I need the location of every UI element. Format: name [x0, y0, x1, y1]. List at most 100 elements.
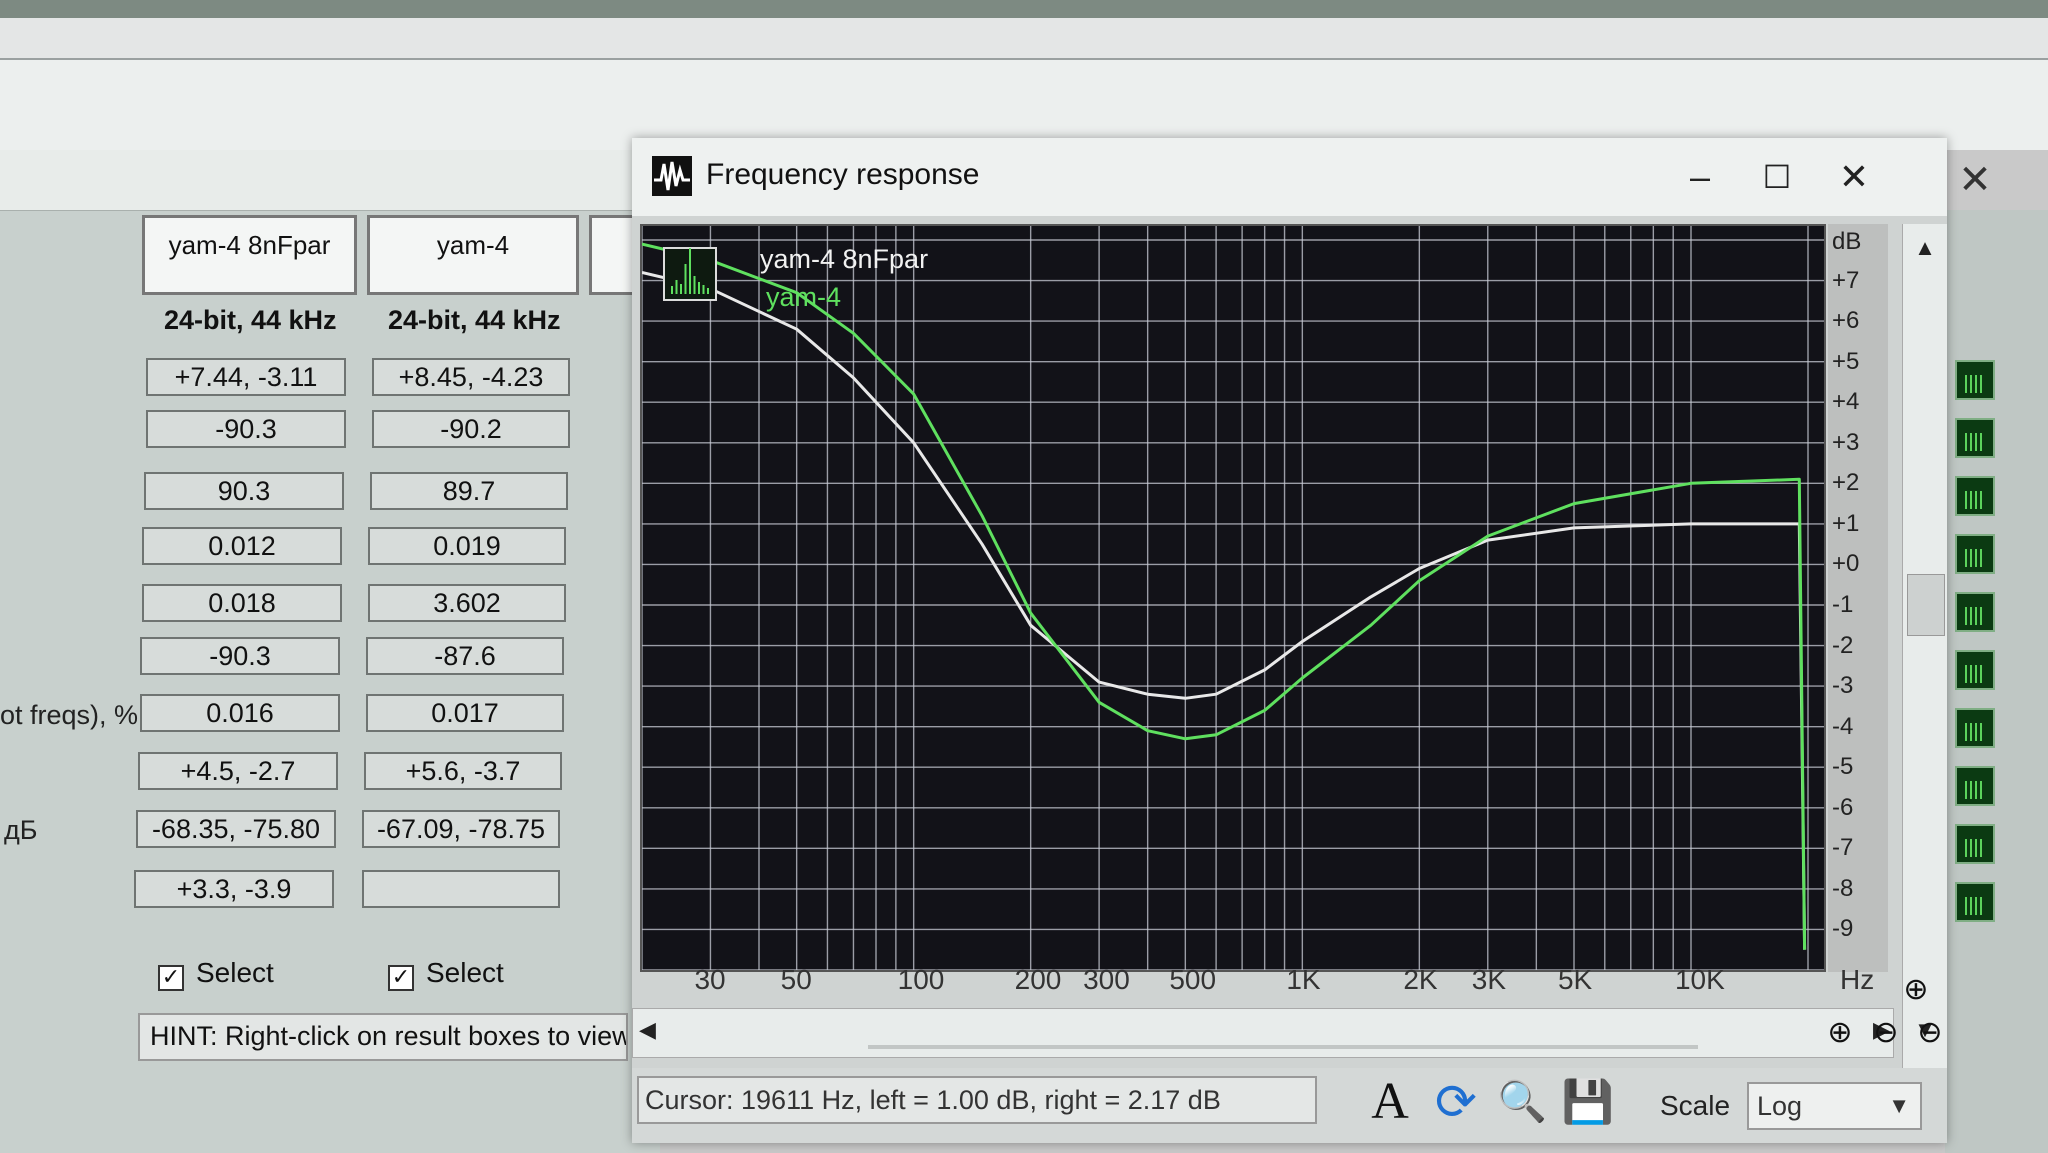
scroll-thumb[interactable] — [1907, 574, 1945, 636]
db-tick-label: +6 — [1832, 307, 1860, 335]
result-cell[interactable]: 89.7 — [370, 472, 568, 510]
x-tick-label: 200 — [1014, 964, 1062, 995]
zoom-in-icon[interactable]: ⊕ — [1894, 968, 1938, 1012]
result-cell[interactable]: -67.09, -78.75 — [362, 810, 560, 848]
column-header-yam-4[interactable]: yam-4 — [367, 215, 579, 295]
column-format-1: 24-bit, 44 kHz — [164, 305, 337, 335]
frequency-response-window: Frequency response – ☐ ✕ yam-4 8nFpar yam… — [632, 138, 1947, 1143]
spectrum-thumb-icon[interactable] — [1955, 882, 1995, 922]
magnifier-icon[interactable]: 🔍 — [1494, 1074, 1550, 1130]
frequency-plot[interactable]: yam-4 8nFpar yam-4 — [640, 224, 1826, 972]
spectrum-thumb-icon[interactable] — [1955, 708, 1995, 748]
window-title-bar[interactable]: Frequency response – ☐ ✕ — [632, 138, 1947, 216]
vertical-scrollbar[interactable]: ▲ ▼ — [1902, 224, 1947, 1094]
plot-svg[interactable]: yam-4 8nFpar yam-4 — [642, 226, 1824, 970]
scale-value: Log — [1757, 1091, 1803, 1121]
select-label: Select — [196, 957, 274, 988]
select-label: Select — [426, 957, 504, 988]
x-tick-label: 3K — [1471, 964, 1507, 995]
db-tick-label: -2 — [1832, 631, 1854, 659]
zoom-reset-icon[interactable]: ⊖ — [1908, 1011, 1952, 1055]
title-bar-background — [0, 0, 2048, 18]
x-tick-label: 1K — [1286, 964, 1321, 995]
toolbar-area-background — [0, 60, 2048, 150]
spectrum-thumb-icon[interactable] — [1955, 476, 1995, 516]
result-cell[interactable]: +4.5, -2.7 — [138, 752, 338, 790]
result-cell[interactable]: 3.602 — [368, 584, 566, 622]
result-cell[interactable]: +8.45, -4.23 — [372, 358, 570, 396]
window-title: Frequency response — [706, 158, 980, 191]
spectrum-thumb-icon[interactable] — [1955, 360, 1995, 400]
result-cell[interactable]: -90.3 — [146, 410, 346, 448]
legend-label-yam-4: yam-4 — [766, 282, 841, 312]
cursor-readout: Cursor: 19611 Hz, left = 1.00 dB, right … — [637, 1076, 1317, 1124]
db-tick-label: -9 — [1832, 915, 1854, 943]
result-cell[interactable]: +5.6, -3.7 — [364, 752, 562, 790]
close-button[interactable]: ✕ — [1814, 148, 1894, 206]
save-icon[interactable]: 💾 — [1560, 1074, 1616, 1130]
scroll-up-icon[interactable]: ▲ — [1909, 232, 1941, 264]
spectrum-thumb-icon[interactable] — [1955, 534, 1995, 574]
x-tick-label: 500 — [1169, 964, 1217, 995]
x-tick-label: 2K — [1403, 964, 1438, 995]
spectrum-thumb-icon[interactable] — [1955, 766, 1995, 806]
db-tick-label: +2 — [1832, 469, 1860, 497]
select-checkbox-1[interactable]: ✓ Select — [158, 957, 274, 991]
db-tick-label: +0 — [1832, 550, 1860, 578]
text-tool-icon[interactable]: A — [1362, 1074, 1418, 1130]
horizontal-scrollbar[interactable]: ◀ ▶ — [632, 1008, 1894, 1058]
db-tick-label: -5 — [1832, 753, 1854, 781]
hint-text: HINT: Right-click on result boxes to vie… — [138, 1013, 628, 1061]
column-format-2: 24-bit, 44 kHz — [388, 305, 561, 335]
db-tick-label: +5 — [1832, 347, 1860, 375]
ribbon-background — [0, 18, 2048, 60]
result-cell[interactable] — [362, 870, 560, 908]
spectrum-thumb-icon[interactable] — [1955, 650, 1995, 690]
result-cell[interactable]: -87.6 — [366, 637, 564, 675]
chevron-down-icon[interactable]: ▼ — [1888, 1084, 1910, 1128]
result-cell[interactable]: -68.35, -75.80 — [136, 810, 336, 848]
result-cell[interactable]: 90.3 — [144, 472, 344, 510]
legend-label-yam-4-8nfpar: yam-4 8nFpar — [760, 244, 928, 274]
db-unit-label: dB — [1832, 228, 1862, 255]
db-tick-label: -4 — [1832, 712, 1854, 740]
result-cell[interactable]: 0.018 — [142, 584, 342, 622]
result-cell[interactable]: +7.44, -3.11 — [146, 358, 346, 396]
db-tick-label: -7 — [1832, 834, 1854, 862]
zoom-in-icon[interactable]: ⊕ — [1818, 1011, 1862, 1055]
scroll-track[interactable] — [868, 1045, 1698, 1049]
scale-label: Scale — [1660, 1090, 1731, 1121]
zoom-out-icon[interactable]: ⊖ — [1864, 1011, 1908, 1055]
spectrum-thumb-icon[interactable] — [1955, 418, 1995, 458]
scroll-left-icon[interactable]: ◀ — [639, 1017, 656, 1043]
background-close-icon[interactable]: ✕ — [1945, 150, 2005, 210]
select-checkbox-2[interactable]: ✓ Select — [388, 957, 504, 991]
maximize-button[interactable]: ☐ — [1737, 148, 1817, 206]
spectrum-thumb-icon[interactable] — [1955, 592, 1995, 632]
column-header-yam-4-8nfpar[interactable]: yam-4 8nFpar — [142, 215, 357, 295]
result-cell[interactable]: 0.017 — [366, 694, 564, 732]
result-cell[interactable]: 0.019 — [368, 527, 566, 565]
spectrum-thumb-icon[interactable] — [1955, 824, 1995, 864]
checkbox-checked-icon[interactable]: ✓ — [388, 965, 414, 991]
x-tick-label: 50 — [780, 964, 812, 995]
checkbox-checked-icon[interactable]: ✓ — [158, 965, 184, 991]
scale-select[interactable]: Log ▼ — [1747, 1082, 1922, 1130]
db-tick-label: +7 — [1832, 266, 1860, 294]
db-tick-label: -3 — [1832, 672, 1854, 700]
row-label: ot freqs), % — [0, 700, 139, 730]
x-tick-label: 100 — [897, 964, 945, 995]
minimize-button[interactable]: – — [1660, 148, 1740, 206]
result-cell[interactable]: 0.016 — [140, 694, 340, 732]
x-tick-label: 30 — [694, 964, 726, 995]
refresh-icon[interactable]: ⟳ — [1428, 1074, 1484, 1130]
waveform-app-icon — [652, 156, 692, 196]
result-cell[interactable]: -90.3 — [140, 637, 340, 675]
result-cell[interactable]: -90.2 — [372, 410, 570, 448]
db-tick-label: +4 — [1832, 388, 1860, 416]
db-tick-label: +1 — [1832, 509, 1860, 537]
db-tick-label: -8 — [1832, 874, 1854, 902]
result-cell[interactable]: +3.3, -3.9 — [134, 870, 334, 908]
result-cell[interactable]: 0.012 — [142, 527, 342, 565]
x-unit-label: Hz — [1840, 964, 1875, 995]
